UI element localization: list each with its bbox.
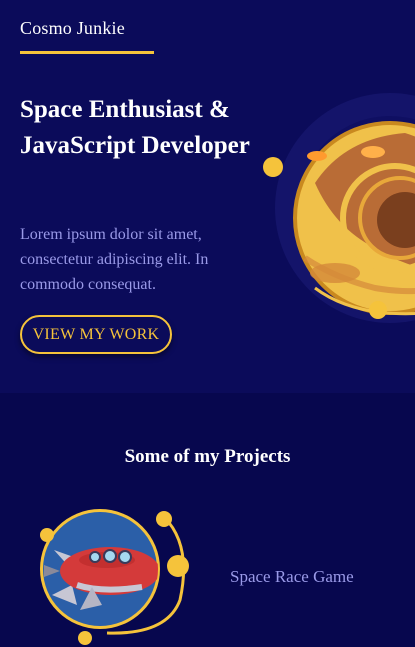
hero-headline: Space Enthusiast & JavaScript Developer	[20, 96, 250, 159]
project-link-space-race-game[interactable]: Space Race Game	[230, 567, 354, 587]
project-moon-left	[40, 528, 54, 542]
projects-section-title: Some of my Projects	[124, 446, 291, 467]
rocket-icon[interactable]	[32, 505, 197, 647]
planet-illustration	[263, 93, 415, 323]
hero-description: Lorem ipsum dolor sit amet, consectetur …	[20, 226, 209, 293]
brand-logo[interactable]: Cosmo Junkie	[20, 18, 125, 39]
orbit-moon-bottom	[369, 301, 387, 319]
orbit-moon-left	[263, 157, 283, 177]
project-moon-right	[167, 555, 189, 577]
hero-section: Cosmo Junkie Space Enthusiast & JavaScri…	[0, 0, 415, 393]
brand-underline	[20, 51, 154, 54]
project-moon-top	[156, 511, 172, 527]
project-moon-bottom	[78, 631, 92, 645]
view-my-work-button[interactable]: VIEW MY WORK	[20, 315, 172, 354]
